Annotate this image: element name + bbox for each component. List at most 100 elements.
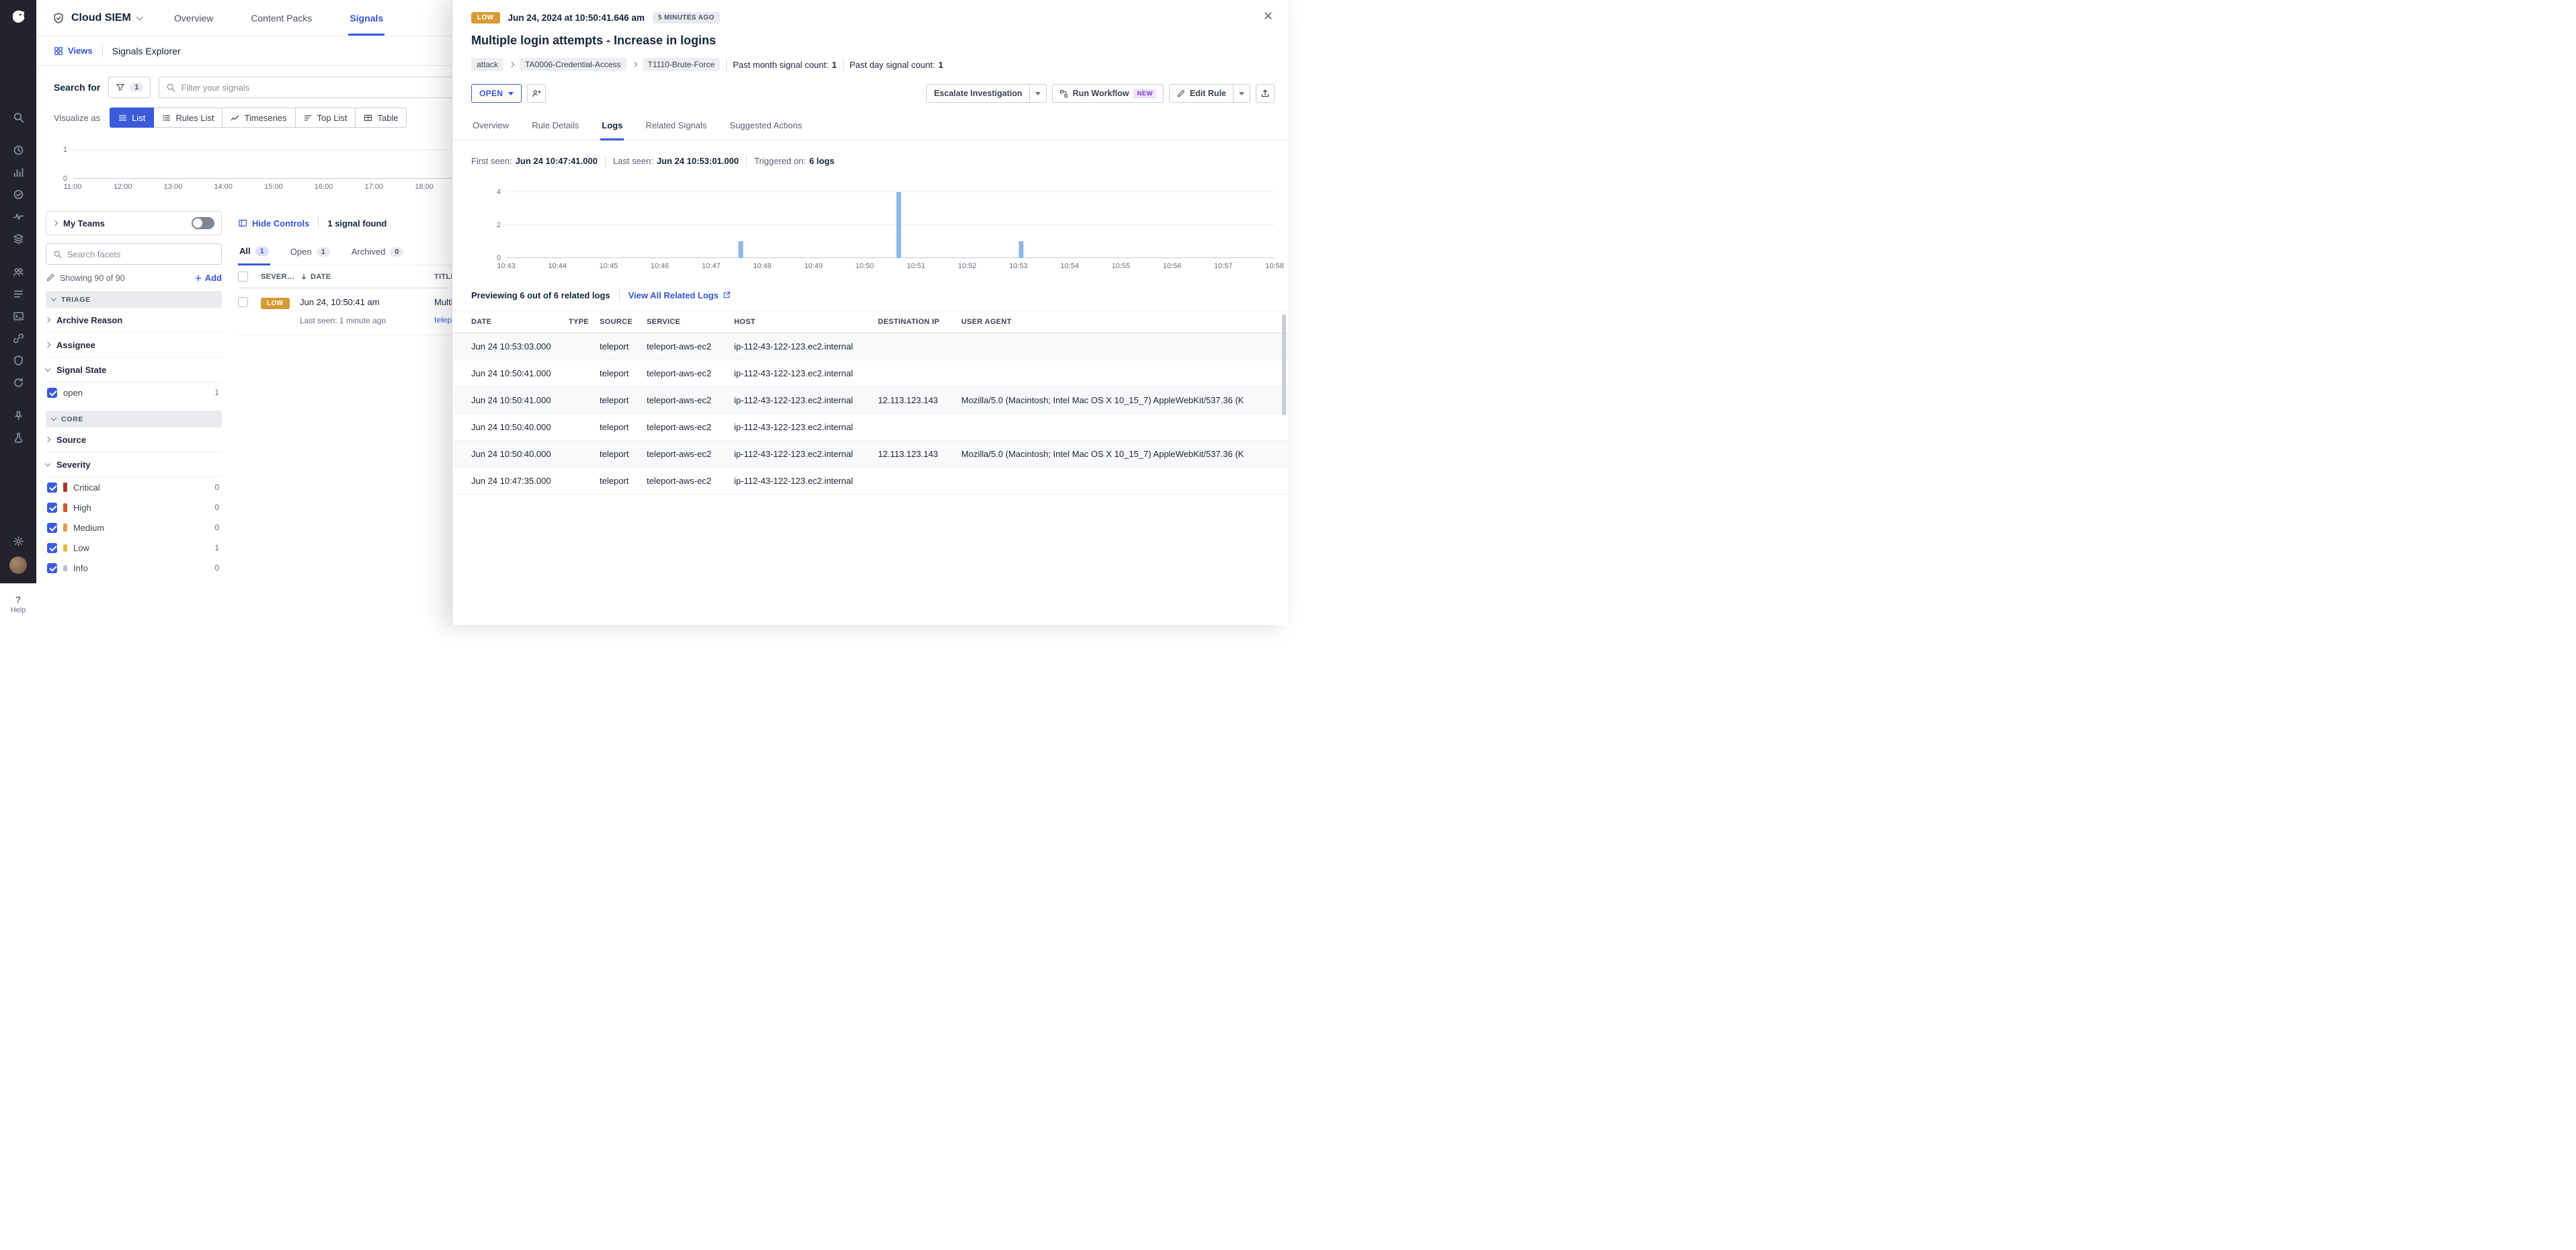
filter-button[interactable]: 1 xyxy=(108,77,151,98)
edit-rule-dropdown-button[interactable] xyxy=(1233,84,1250,103)
select-all-checkbox[interactable] xyxy=(238,272,248,282)
col-destination-ip[interactable]: DESTINATION IP xyxy=(878,318,961,326)
col-user-agent[interactable]: USER AGENT xyxy=(961,318,1281,326)
terminal-icon[interactable] xyxy=(8,308,28,323)
tag-t1110[interactable]: T1110-Brute-Force xyxy=(643,58,721,71)
sync-icon[interactable] xyxy=(8,375,28,390)
facet-archive-reason[interactable]: Archive Reason xyxy=(46,308,222,333)
col-source[interactable]: SOURCE xyxy=(600,318,647,326)
severity-column-header[interactable]: SEVERITY xyxy=(261,273,296,281)
hide-controls-button[interactable]: Hide Controls xyxy=(238,218,309,228)
facet-option-low[interactable]: Low 1 xyxy=(46,538,222,558)
facet-group-core[interactable]: CORE xyxy=(46,411,222,427)
chart-bar[interactable] xyxy=(897,192,901,258)
my-teams-toggle[interactable] xyxy=(192,217,214,229)
flask-icon[interactable] xyxy=(8,430,28,445)
facet-option-critical[interactable]: Critical 0 xyxy=(46,477,222,497)
col-date[interactable]: DATE xyxy=(471,318,569,326)
views-button[interactable]: Views xyxy=(54,46,93,56)
shield-icon[interactable] xyxy=(8,353,28,368)
edit-rule-split-button: Edit Rule xyxy=(1169,84,1250,103)
pencil-icon[interactable] xyxy=(46,274,54,282)
pin-icon[interactable] xyxy=(8,408,28,423)
view-all-related-logs-link[interactable]: View All Related Logs xyxy=(629,290,731,300)
facet-search[interactable] xyxy=(46,243,222,265)
chart-bar[interactable] xyxy=(1018,241,1023,258)
escalate-dropdown-button[interactable] xyxy=(1029,84,1047,103)
tab-signals[interactable]: Signals xyxy=(348,0,385,36)
log-row[interactable]: Jun 24 10:50:41.000 teleport teleport-aw… xyxy=(452,387,1288,414)
tab-logs[interactable]: Logs xyxy=(600,116,624,140)
facet-option-high[interactable]: High 0 xyxy=(46,497,222,517)
export-button[interactable] xyxy=(1256,84,1275,103)
datadog-logo[interactable] xyxy=(8,6,28,26)
close-panel-button[interactable] xyxy=(1263,11,1273,21)
monitor-check-icon[interactable] xyxy=(8,187,28,202)
chart-plot-area[interactable] xyxy=(506,185,1275,258)
tab-related-signals[interactable]: Related Signals xyxy=(644,116,708,140)
escalate-investigation-button[interactable]: Escalate Investigation xyxy=(926,84,1029,103)
watchdog-icon[interactable] xyxy=(8,209,28,224)
col-type[interactable]: TYPE xyxy=(569,318,600,326)
checkbox-high[interactable] xyxy=(47,503,57,513)
search-icon[interactable] xyxy=(8,110,28,124)
facet-option-medium[interactable]: Medium 0 xyxy=(46,517,222,538)
checkbox-critical[interactable] xyxy=(47,483,57,493)
col-host[interactable]: HOST xyxy=(734,318,878,326)
chart-plot-area[interactable] xyxy=(73,141,516,179)
tab-content-packs[interactable]: Content Packs xyxy=(249,0,313,36)
facet-severity[interactable]: Severity xyxy=(46,452,222,477)
log-row[interactable]: Jun 24 10:53:03.000 teleport teleport-aw… xyxy=(452,333,1288,360)
facet-option-open[interactable]: open 1 xyxy=(46,382,222,403)
tab-archived[interactable]: Archived 0 xyxy=(350,241,405,265)
col-service[interactable]: SERVICE xyxy=(647,318,734,326)
tab-suggested-actions[interactable]: Suggested Actions xyxy=(728,116,803,140)
visualize-timeseries-button[interactable]: Timeseries xyxy=(222,108,295,128)
facet-option-info[interactable]: Info 0 xyxy=(46,558,222,578)
facet-source[interactable]: Source xyxy=(46,427,222,452)
log-row[interactable]: Jun 24 10:50:41.000 teleport teleport-aw… xyxy=(452,360,1288,387)
tag-ta0006[interactable]: TA0006-Credential-Access xyxy=(520,58,627,71)
checkbox-info[interactable] xyxy=(47,563,57,573)
tab-overview[interactable]: Overview xyxy=(471,116,510,140)
checkbox-low[interactable] xyxy=(47,543,57,553)
people-icon[interactable] xyxy=(8,264,28,279)
row-checkbox[interactable] xyxy=(238,297,248,307)
log-row[interactable]: Jun 24 10:50:40.000 teleport teleport-aw… xyxy=(452,414,1288,441)
run-workflow-button[interactable]: Run Workflow NEW xyxy=(1052,84,1164,103)
my-teams-filter[interactable]: My Teams xyxy=(46,211,222,235)
visualize-top-list-button[interactable]: Top List xyxy=(295,108,356,128)
gear-icon[interactable] xyxy=(8,534,28,548)
log-row[interactable]: Jun 24 10:47:35.000 teleport teleport-aw… xyxy=(452,468,1288,495)
tab-overview[interactable]: Overview xyxy=(173,0,214,36)
chart-bar[interactable] xyxy=(739,241,743,258)
checkbox-open[interactable] xyxy=(47,388,57,398)
status-open-dropdown[interactable]: OPEN xyxy=(471,84,522,103)
add-facet-button[interactable]: Add xyxy=(194,273,222,283)
assign-user-button[interactable] xyxy=(527,84,546,103)
help-button[interactable]: ? Help xyxy=(0,583,36,625)
log-row[interactable]: Jun 24 10:50:40.000 teleport teleport-aw… xyxy=(452,441,1288,468)
tab-all[interactable]: All 1 xyxy=(238,241,270,265)
link-icon[interactable] xyxy=(8,331,28,345)
facet-signal-state[interactable]: Signal State xyxy=(46,358,222,382)
facet-search-input[interactable] xyxy=(67,249,214,259)
product-chevron-down-icon[interactable] xyxy=(136,13,143,20)
date-column-header[interactable]: DATE xyxy=(300,273,434,281)
visualize-rules-list-button[interactable]: Rules List xyxy=(153,108,223,128)
facet-group-triage[interactable]: TRIAGE xyxy=(46,291,222,308)
tab-open[interactable]: Open 1 xyxy=(289,241,331,265)
metrics-icon[interactable] xyxy=(8,165,28,179)
checkbox-medium[interactable] xyxy=(47,523,57,533)
scrollbar-thumb[interactable] xyxy=(1282,315,1286,415)
visualize-table-button[interactable]: Table xyxy=(355,108,407,128)
facet-assignee[interactable]: Assignee xyxy=(46,333,222,358)
tag-attack[interactable]: attack xyxy=(471,58,504,71)
visualize-list-button[interactable]: List xyxy=(110,108,154,128)
tab-rule-details[interactable]: Rule Details xyxy=(530,116,580,140)
edit-rule-button[interactable]: Edit Rule xyxy=(1169,84,1234,103)
history-icon[interactable] xyxy=(8,142,28,157)
logs-icon[interactable] xyxy=(8,286,28,301)
user-avatar[interactable] xyxy=(9,556,27,574)
layers-icon[interactable] xyxy=(8,231,28,246)
